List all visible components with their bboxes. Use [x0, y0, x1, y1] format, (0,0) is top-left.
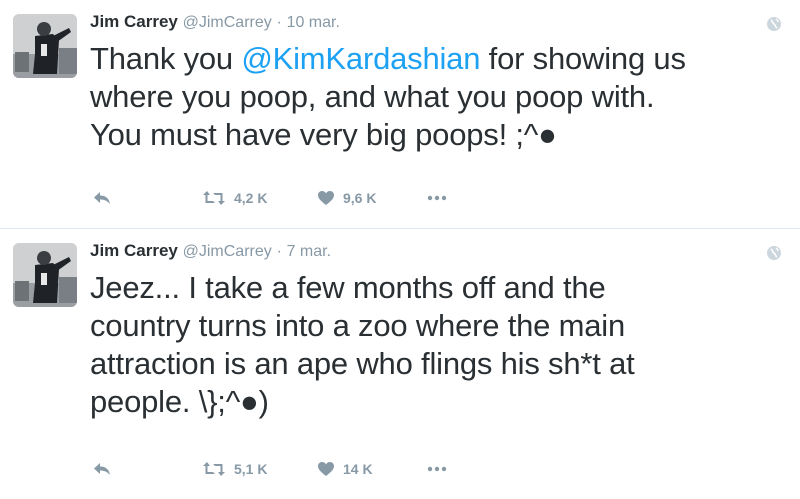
- timestamp[interactable]: 7 mar.: [287, 243, 331, 260]
- retweet-icon: [202, 461, 226, 477]
- tweet-text-line: attraction is an ape who flings his sh*t…: [90, 346, 635, 381]
- author-handle[interactable]: @JimCarrey: [183, 243, 272, 260]
- timestamp[interactable]: 10 mar.: [287, 14, 340, 31]
- tweet[interactable]: Jim Carrey @JimCarrey · 7 mar. Jeez... I…: [0, 230, 800, 499]
- like-count: 9,6 K: [343, 190, 377, 206]
- retweet-button[interactable]: 5,1 K: [202, 457, 267, 481]
- more-icon: [427, 195, 447, 201]
- tweet-feed: Jim Carrey @JimCarrey · 10 mar. Thank yo…: [0, 0, 800, 499]
- tweet-actions: 4,2 K 9,6 K: [92, 186, 512, 210]
- avatar[interactable]: [13, 14, 77, 78]
- reply-icon: [92, 190, 112, 206]
- tweet-text-segment: for showing us: [480, 41, 686, 76]
- retweet-count: 5,1 K: [234, 461, 268, 477]
- tweet-text-line: Thank you @KimKardashian for showing us: [90, 40, 790, 78]
- like-count: 14 K: [343, 461, 373, 477]
- tweet-text-segment: where you poop, and what you poop with.: [90, 79, 655, 114]
- like-button[interactable]: 9,6 K: [317, 186, 376, 210]
- retweet-icon: [202, 190, 226, 206]
- tweet-text: Thank you @KimKardashian for showing us …: [90, 40, 790, 154]
- tweet-text-line: Jeez... I take a few months off and the: [90, 270, 606, 305]
- heart-icon: [317, 190, 335, 206]
- more-button[interactable]: [427, 186, 447, 210]
- globe-icon: [766, 245, 782, 261]
- reply-button[interactable]: [92, 457, 112, 481]
- tweet[interactable]: Jim Carrey @JimCarrey · 10 mar. Thank yo…: [0, 0, 800, 229]
- mention-link[interactable]: @KimKardashian: [241, 41, 480, 76]
- separator: ·: [276, 243, 282, 260]
- tweet-text-line: people. \};^●): [90, 384, 269, 419]
- tweet-actions: 5,1 K 14 K: [92, 457, 512, 481]
- globe-icon: [766, 16, 782, 32]
- retweet-count: 4,2 K: [234, 190, 268, 206]
- tweet-text-line: country turns into a zoo where the main: [90, 308, 625, 343]
- author-handle[interactable]: @JimCarrey: [183, 14, 272, 31]
- reply-button[interactable]: [92, 186, 112, 210]
- more-icon: [427, 466, 447, 472]
- retweet-button[interactable]: 4,2 K: [202, 186, 267, 210]
- heart-icon: [317, 461, 335, 477]
- tweet-text-line: where you poop, and what you poop with.: [90, 78, 790, 116]
- more-button[interactable]: [427, 457, 447, 481]
- tweet-header: Jim Carrey @JimCarrey · 10 mar.: [90, 11, 340, 34]
- reply-icon: [92, 461, 112, 477]
- tweet-header: Jim Carrey @JimCarrey · 7 mar.: [90, 240, 331, 263]
- tweet-text-line: You must have very big poops! ;^●: [90, 116, 790, 154]
- tweet-text-segment: Thank you: [90, 41, 242, 76]
- avatar[interactable]: [13, 243, 77, 307]
- like-button[interactable]: 14 K: [317, 457, 373, 481]
- author-name[interactable]: Jim Carrey: [90, 241, 178, 260]
- author-name[interactable]: Jim Carrey: [90, 12, 178, 31]
- separator: ·: [276, 14, 282, 31]
- tweet-text: Jeez... I take a few months off and the …: [90, 269, 790, 421]
- tweet-text-segment: You must have very big poops! ;^●: [90, 117, 557, 152]
